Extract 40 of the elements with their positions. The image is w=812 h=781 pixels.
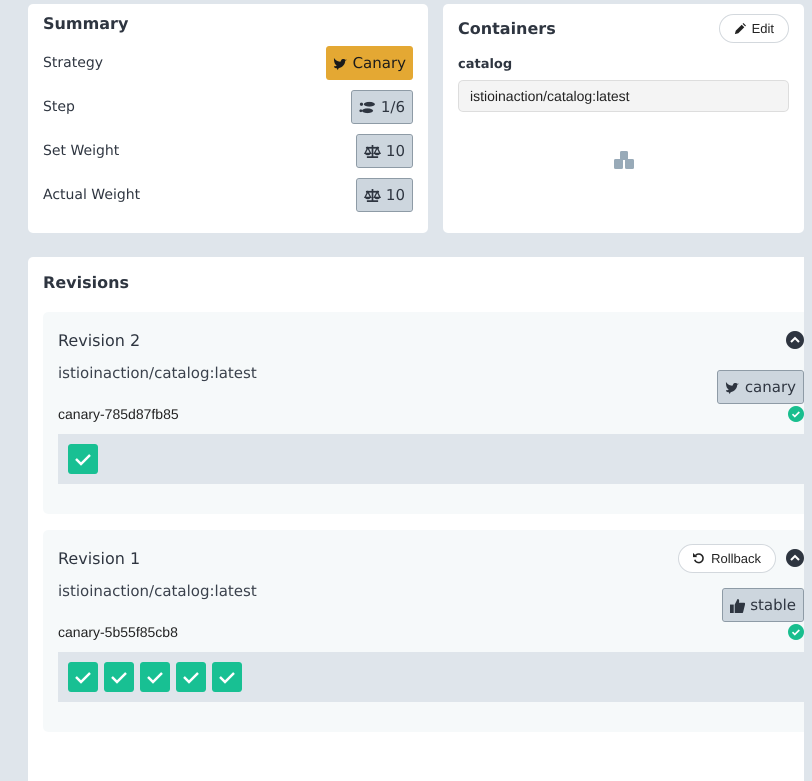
- pod-status-icon[interactable]: [176, 662, 206, 692]
- replica-set-name: canary-785d87fb85: [58, 406, 179, 422]
- card-title: Revisions: [43, 273, 130, 292]
- field-label: Actual Weight: [43, 187, 140, 203]
- pod-status-icon[interactable]: [104, 662, 134, 692]
- image-name: istioinaction/catalog:latest: [58, 364, 257, 382]
- scale-icon: [364, 144, 381, 158]
- chevron-up-icon[interactable]: [786, 549, 804, 567]
- field-label: Step: [43, 99, 75, 115]
- footprints-icon: [358, 100, 376, 114]
- revision-title: Revision 1: [58, 548, 140, 568]
- field-label: Set Weight: [43, 143, 120, 159]
- rollback-button[interactable]: Rollback: [678, 544, 776, 572]
- replica-set-name: canary-5b55f85cb8: [58, 624, 178, 640]
- revision-tag: canary: [716, 370, 804, 404]
- pod-status-icon[interactable]: [140, 662, 170, 692]
- bird-icon: [724, 380, 740, 394]
- image-field[interactable]: istioinaction/catalog:latest: [458, 80, 789, 112]
- revision-tag: stable: [722, 588, 804, 622]
- card-title: Containers: [458, 19, 556, 38]
- value-badge: Canary: [326, 46, 413, 80]
- chevron-up-icon[interactable]: [786, 331, 804, 349]
- card-title: Summary: [43, 14, 130, 33]
- pod-status-icon[interactable]: [68, 444, 98, 474]
- value-badge: 10: [356, 178, 413, 212]
- revision-title: Revision 2: [58, 330, 140, 350]
- edit-button[interactable]: Edit: [718, 14, 789, 43]
- boxes-icon: [612, 150, 634, 170]
- pencil-icon: [734, 22, 746, 34]
- image-name: istioinaction/catalog:latest: [58, 582, 257, 600]
- undo-icon: [693, 552, 706, 564]
- field-label: Strategy: [43, 55, 103, 71]
- value-badge: 1/6: [350, 90, 413, 124]
- pod-status-icon[interactable]: [68, 662, 98, 692]
- thumbs-up-icon: [730, 598, 746, 612]
- value-badge: 10: [356, 134, 413, 168]
- scale-icon: [364, 188, 381, 202]
- pod-status-icon[interactable]: [212, 662, 242, 692]
- container-name: catalog: [458, 57, 514, 72]
- bird-icon: [332, 56, 348, 70]
